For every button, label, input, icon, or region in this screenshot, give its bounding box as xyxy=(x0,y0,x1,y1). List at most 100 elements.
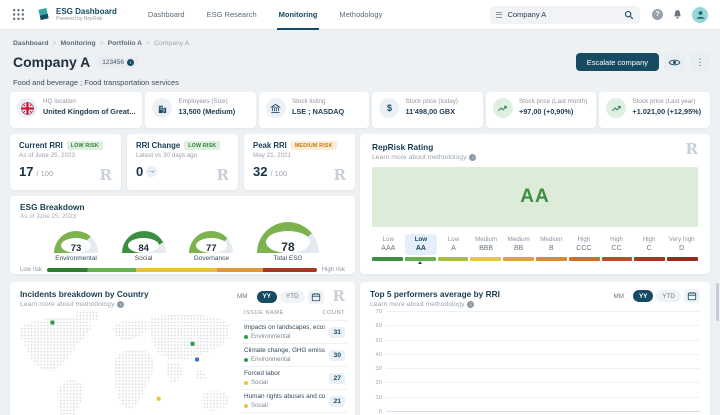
notifications-icon[interactable] xyxy=(672,9,683,20)
nav-item-esg-research[interactable]: ESG Research xyxy=(196,0,268,30)
map-marker xyxy=(191,342,195,346)
scale-risk-label: High xyxy=(600,236,633,243)
escalate-company-button[interactable]: Escalate company xyxy=(576,53,659,71)
methodology-link[interactable]: Learn more about methodologyi xyxy=(372,154,476,161)
avatar[interactable] xyxy=(692,7,708,23)
period-toggle-ytd[interactable]: YTD xyxy=(656,290,681,302)
gauge-total-esg: 78Total ESG xyxy=(257,222,319,262)
calendar-button[interactable] xyxy=(684,289,700,303)
scale-grade-label: CCC xyxy=(568,245,601,252)
issue-category: Social xyxy=(244,402,325,409)
table-row[interactable]: Climate change, GHG emissions, and gl...… xyxy=(242,344,347,367)
gridline xyxy=(386,354,700,355)
incidents-by-country-card: Incidents breakdown by Country Learn mor… xyxy=(10,282,355,415)
breadcrumb-item-portfolio-a[interactable]: Portfolio A xyxy=(108,40,142,47)
map-marker xyxy=(157,397,161,401)
gridline xyxy=(386,411,700,412)
breadcrumb-separator: > xyxy=(146,40,150,47)
company-id-badge: 123456 i xyxy=(97,57,139,68)
y-axis-tick: 50 xyxy=(368,338,382,344)
category-dot-icon xyxy=(244,358,248,362)
category-label: Social xyxy=(251,379,268,386)
gauge-environmental: 73Environmental xyxy=(54,231,98,262)
rating-scale-segment-c xyxy=(634,257,665,261)
search-input[interactable] xyxy=(507,10,619,19)
company-info-row: HQ locationUnited Kingdom of Great... Emp… xyxy=(10,92,710,128)
breadcrumb-item-dashboard[interactable]: Dashboard xyxy=(13,40,49,47)
rating-scale-col-ccc: HighCCC xyxy=(568,234,601,255)
col-issue-name: ISSUE NAME xyxy=(244,310,284,316)
gauge-label: Governance xyxy=(194,255,229,262)
period-toggle-mm[interactable]: MM xyxy=(607,290,630,302)
esg-card-title: ESG Breakdown xyxy=(20,202,345,212)
period-toggle-yy[interactable]: YY xyxy=(257,291,277,303)
top5-performers-card: Top 5 performers average by RRI Learn mo… xyxy=(360,282,710,415)
y-axis-tick: 10 xyxy=(368,395,382,401)
category-dot-icon xyxy=(244,335,248,339)
period-toggle-mm[interactable]: MM xyxy=(231,291,254,303)
nav-item-dashboard[interactable]: Dashboard xyxy=(137,0,196,30)
category-dot-icon xyxy=(244,404,248,408)
rating-scale-segment-d xyxy=(667,257,698,261)
nav-item-methodology[interactable]: Methodology xyxy=(328,0,393,30)
gridline xyxy=(386,325,700,326)
esg-card-subtitle: As of June 25, 2023 xyxy=(20,213,345,220)
y-axis-tick: 70 xyxy=(368,309,382,315)
rating-value-box: AA xyxy=(372,167,698,227)
gauge-label: Total ESG xyxy=(273,255,302,262)
rri-card-title: Peak RRI xyxy=(253,141,287,150)
info-card-label: Employees (Size) xyxy=(178,98,235,105)
search-icon[interactable] xyxy=(624,10,634,20)
breadcrumb-item-monitoring[interactable]: Monitoring xyxy=(61,40,96,47)
breadcrumb-separator: > xyxy=(100,40,104,47)
map-marker xyxy=(50,321,54,325)
issue-name: Forced labor xyxy=(244,370,325,377)
rating-scale-segment-bb xyxy=(503,257,534,261)
search-menu-icon[interactable] xyxy=(496,12,502,18)
gauge-social: 84Social xyxy=(122,231,166,262)
eye-icon xyxy=(668,58,681,67)
scrollbar[interactable] xyxy=(716,283,719,321)
table-row[interactable]: Forced laborSocial27 xyxy=(242,367,347,390)
methodology-link[interactable]: Learn more about methodologyi xyxy=(370,301,500,308)
reprisk-logo: R xyxy=(333,289,345,304)
nav-item-monitoring[interactable]: Monitoring xyxy=(268,0,329,30)
issue-category: Environmental xyxy=(244,333,325,340)
gauge-value: 73 xyxy=(54,243,98,253)
rating-scale-segment-cc xyxy=(602,257,633,261)
gauge-label: Social xyxy=(135,255,153,262)
calendar-button[interactable] xyxy=(308,290,324,304)
info-icon: i xyxy=(467,301,474,308)
breadcrumb-separator: > xyxy=(53,40,57,47)
main-nav: DashboardESG ResearchMonitoringMethodolo… xyxy=(137,0,393,30)
rating-scale-col-aaa: LowAAA xyxy=(372,234,405,255)
info-card-value: United Kingdom of Great... xyxy=(43,107,135,116)
table-row[interactable]: Impacts on landscapes, ecosystems an... E… xyxy=(242,321,347,344)
help-icon[interactable]: ? xyxy=(652,9,663,20)
app-launcher-icon[interactable] xyxy=(12,8,26,22)
period-toggle-ytd[interactable]: YTD xyxy=(280,291,305,303)
selected-rating-marker xyxy=(418,261,422,264)
info-card-hq-location: HQ locationUnited Kingdom of Great... xyxy=(10,92,142,128)
scale-risk-label: Medium xyxy=(470,236,503,243)
reprisk-rating-card: RepRisk Rating Learn more about methodol… xyxy=(360,134,710,274)
rri-value: 32 xyxy=(253,164,267,179)
scale-grade-label: CC xyxy=(600,245,633,252)
rating-scale-col-d: Very highD xyxy=(665,234,698,255)
rri-card-subtitle: May 21, 2021 xyxy=(253,152,346,159)
dollar-icon: $ xyxy=(379,98,399,118)
methodology-link[interactable]: Learn more about methodologyi xyxy=(20,301,149,308)
issue-name: Impacts on landscapes, ecosystems an... xyxy=(244,324,325,331)
period-toggle-yy[interactable]: YY xyxy=(633,290,653,302)
page-title: Company A xyxy=(13,54,90,70)
rri-card-subtitle: As of June 25, 2023 xyxy=(19,152,112,159)
incidents-period-controls: MMYYYTD R xyxy=(231,289,345,304)
info-card-value: LSE ; NASDAQ xyxy=(292,107,344,116)
visibility-button[interactable] xyxy=(664,53,685,71)
info-icon[interactable]: i xyxy=(127,59,134,66)
more-options-button[interactable]: ⋮ xyxy=(690,53,710,71)
scale-grade-label: B xyxy=(535,245,568,252)
esg-gauges: 73Environmental84Social77Governance78Tot… xyxy=(20,222,345,262)
table-row[interactable]: Human rights abuses and corporate co...S… xyxy=(242,390,347,413)
rating-scale-segment-bbb xyxy=(470,257,501,261)
